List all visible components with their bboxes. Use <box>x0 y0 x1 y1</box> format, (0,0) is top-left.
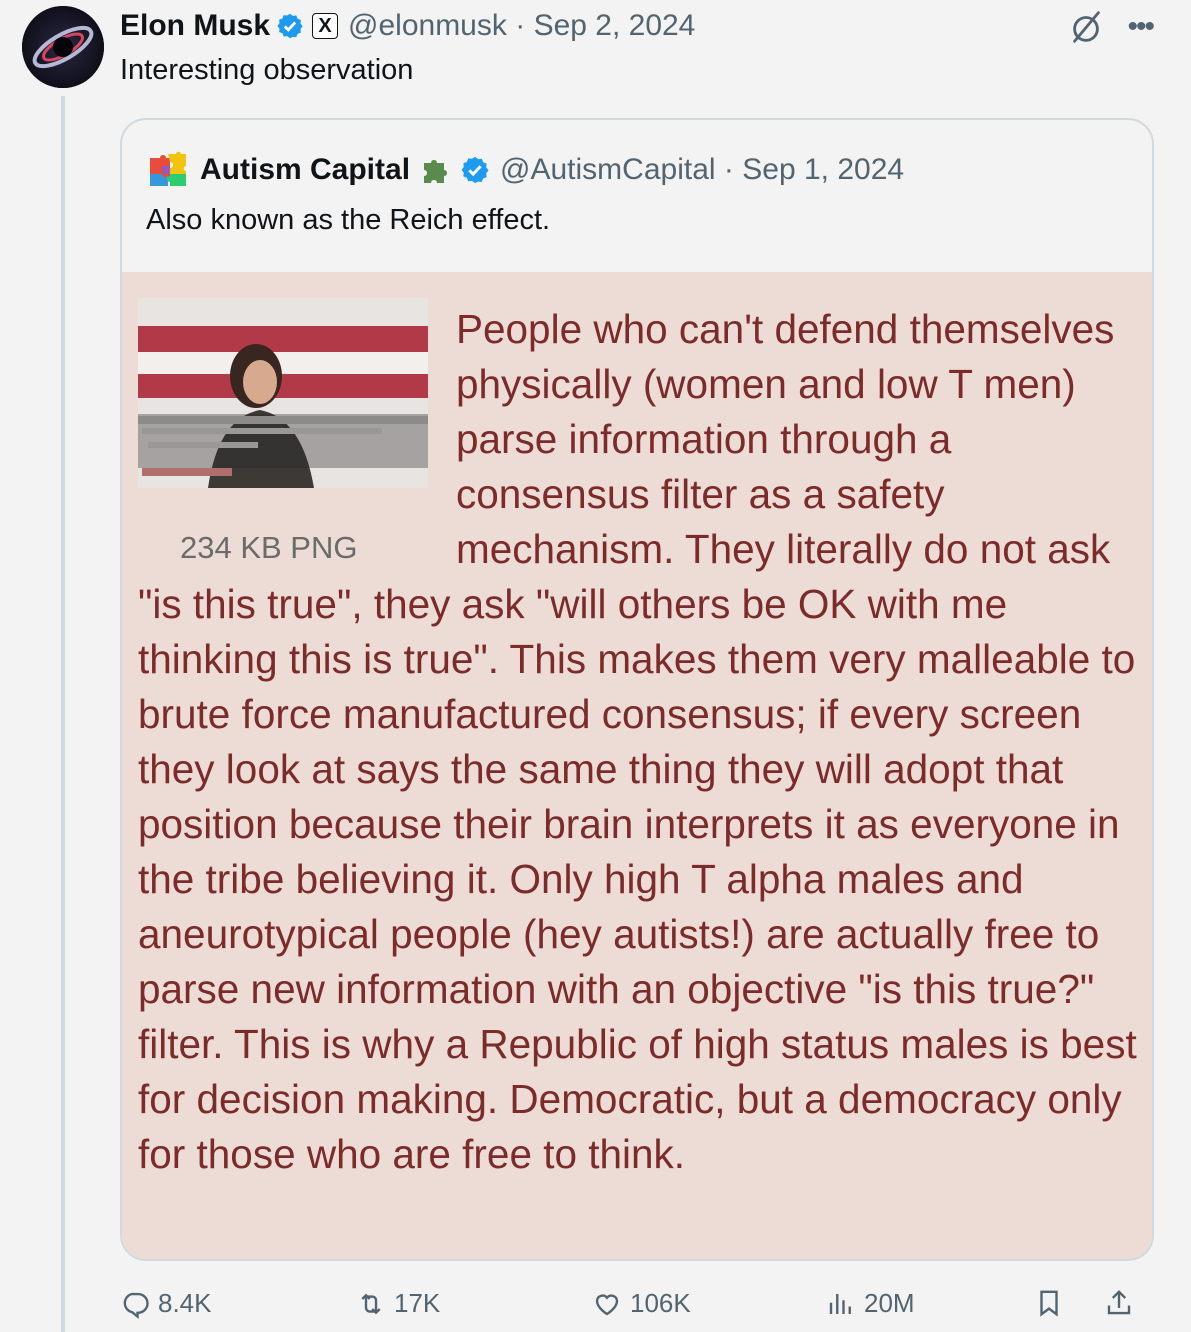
puzzle-avatar-icon[interactable] <box>146 150 190 190</box>
action-bar: 8.4K 17K 106K 20M <box>120 1288 1160 1328</box>
thread-line <box>61 96 65 1332</box>
x-affiliation-badge: X <box>312 13 339 39</box>
tweet-header: Elon Musk X @elonmusk · Sep 2, 2024 <box>120 6 695 46</box>
repost-button[interactable]: 17K <box>356 1288 440 1319</box>
quote-date: Sep 1, 2024 <box>742 153 905 186</box>
like-count: 106K <box>630 1288 691 1318</box>
quote-author-name[interactable]: Autism Capital <box>200 153 410 187</box>
bookmark-button[interactable] <box>1034 1288 1072 1318</box>
reply-count: 8.4K <box>158 1288 212 1318</box>
quote-verified-badge-icon <box>461 156 489 184</box>
views-icon <box>829 1293 851 1314</box>
grok-icon[interactable] <box>1067 8 1105 46</box>
author-handle[interactable]: @elonmusk · Sep 2, 2024 <box>348 9 695 43</box>
like-button[interactable]: 106K <box>592 1288 691 1319</box>
author-name[interactable]: Elon Musk <box>120 9 270 43</box>
like-icon <box>595 1294 619 1315</box>
tweet-date: Sep 2, 2024 <box>533 9 696 42</box>
quote-text: Also known as the Reich effect. <box>146 204 551 236</box>
quote-image[interactable]: 234 KB PNG People who can't defend thems… <box>122 272 1152 1259</box>
repost-icon <box>361 1293 381 1314</box>
image-body-text: People who can't defend themselves physi… <box>138 306 1137 1177</box>
verified-badge-icon <box>277 13 303 39</box>
puzzle-badge-icon <box>424 160 448 183</box>
share-icon <box>1107 1290 1131 1315</box>
reply-button[interactable]: 8.4K <box>120 1288 212 1319</box>
quote-header: Autism Capital @AutismCapital · Sep 1, 2… <box>146 150 904 190</box>
quoted-tweet[interactable]: Autism Capital @AutismCapital · Sep 1, 2… <box>120 118 1154 1261</box>
reply-icon <box>123 1292 149 1319</box>
share-button[interactable] <box>1104 1288 1142 1318</box>
avatar-image <box>22 6 104 88</box>
views-count: 20M <box>864 1288 915 1318</box>
bookmark-icon <box>1040 1290 1058 1317</box>
views-button[interactable]: 20M <box>826 1288 915 1319</box>
quote-handle[interactable]: @AutismCapital · Sep 1, 2024 <box>500 153 904 187</box>
tweet-text: Interesting observation <box>120 54 414 86</box>
top-actions: ••• <box>1067 8 1155 46</box>
more-icon[interactable]: ••• <box>1127 12 1154 42</box>
repost-count: 17K <box>394 1288 441 1318</box>
author-avatar[interactable] <box>22 6 104 88</box>
